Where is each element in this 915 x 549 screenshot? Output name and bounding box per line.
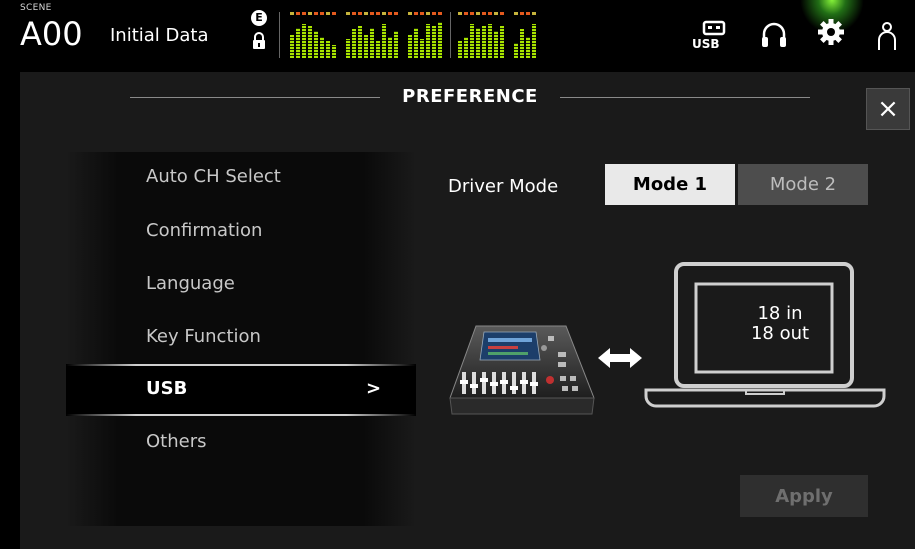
meter-bar xyxy=(482,12,486,58)
status-indicators: E xyxy=(251,10,271,54)
close-button[interactable]: × xyxy=(866,88,910,130)
usb-icon[interactable]: USB xyxy=(690,20,734,52)
meter-bar xyxy=(376,12,380,58)
meter-bar xyxy=(408,12,412,58)
menu-item-auto-ch-select[interactable]: Auto CH Select xyxy=(66,152,416,204)
preference-menu: Auto CH Select Confirmation Language Key… xyxy=(66,152,416,526)
meter-bar xyxy=(458,12,462,58)
scene-name[interactable]: Initial Data xyxy=(110,25,209,46)
menu-item-label: Confirmation xyxy=(146,220,263,241)
menu-item-label: Language xyxy=(146,273,235,294)
meter-bar xyxy=(364,12,368,58)
menu-item-confirmation[interactable]: Confirmation xyxy=(66,206,416,258)
meter-divider xyxy=(450,12,451,58)
selected-arrow-icon: > xyxy=(366,378,382,399)
menu-item-label: Key Function xyxy=(146,326,261,347)
meter-bar xyxy=(314,12,318,58)
mixer-console-image xyxy=(449,325,595,415)
top-bar: SCENE A00 Initial Data E USB xyxy=(0,0,915,72)
mode-2-button[interactable]: Mode 2 xyxy=(738,164,868,205)
divider xyxy=(279,12,280,58)
mode-1-button[interactable]: Mode 1 xyxy=(605,164,735,205)
gear-icon[interactable] xyxy=(816,14,846,48)
meter-bar xyxy=(476,12,480,58)
meter-bar xyxy=(382,12,386,58)
driver-mode-label: Driver Mode xyxy=(448,176,559,197)
scene-number[interactable]: A00 xyxy=(20,14,83,54)
meter-bar xyxy=(464,12,468,58)
menu-item-label: Others xyxy=(146,431,207,452)
menu-item-usb[interactable]: USB > xyxy=(66,364,416,416)
level-meters[interactable] xyxy=(290,12,630,58)
panel-header: PREFERENCE × xyxy=(20,72,915,130)
meter-bar xyxy=(426,12,430,58)
menu-item-label: Auto CH Select xyxy=(146,166,281,187)
menu-item-label: USB xyxy=(146,378,188,399)
meter-bar xyxy=(394,12,398,58)
bidirectional-arrow-icon xyxy=(598,348,642,368)
meter-bar xyxy=(494,12,498,58)
meter-bar xyxy=(308,12,312,58)
title-rule-right xyxy=(560,97,810,98)
channels-in: 18 in xyxy=(757,303,803,324)
user-icon[interactable] xyxy=(876,20,898,52)
meter-bar xyxy=(532,12,536,58)
channels-out: 18 out xyxy=(750,323,810,344)
edit-indicator-icon: E xyxy=(251,10,267,26)
meter-bar xyxy=(358,12,362,58)
meter-bar xyxy=(470,12,474,58)
meter-bar xyxy=(332,12,336,58)
meter-bar xyxy=(438,12,442,58)
scene-label: SCENE xyxy=(20,3,52,13)
meter-bar xyxy=(296,12,300,58)
meter-bar xyxy=(352,12,356,58)
lock-icon xyxy=(253,32,265,49)
meter-bar xyxy=(388,12,392,58)
meter-bar xyxy=(290,12,294,58)
meter-bar xyxy=(520,12,524,58)
usb-icon-label: USB xyxy=(692,37,720,51)
meter-bar xyxy=(320,12,324,58)
meter-bar xyxy=(432,12,436,58)
meter-bar xyxy=(326,12,330,58)
menu-item-language[interactable]: Language xyxy=(66,259,416,311)
meter-bar xyxy=(346,12,350,58)
meter-bar xyxy=(414,12,418,58)
meter-bar xyxy=(302,12,306,58)
meter-bar xyxy=(526,12,530,58)
usb-channel-count: 18 in 18 out xyxy=(720,304,840,344)
meter-bar xyxy=(488,12,492,58)
panel-title: PREFERENCE xyxy=(402,86,538,107)
meter-bar xyxy=(514,12,518,58)
headphones-icon[interactable] xyxy=(760,20,788,50)
preference-panel: PREFERENCE × Auto CH Select Confirmation… xyxy=(20,72,915,549)
title-rule-left xyxy=(130,97,380,98)
apply-button[interactable]: Apply xyxy=(740,475,868,517)
meter-bar xyxy=(420,12,424,58)
meter-bar xyxy=(500,12,504,58)
menu-item-key-function[interactable]: Key Function xyxy=(66,312,416,364)
meter-bar xyxy=(370,12,374,58)
menu-item-others[interactable]: Others xyxy=(66,417,416,469)
